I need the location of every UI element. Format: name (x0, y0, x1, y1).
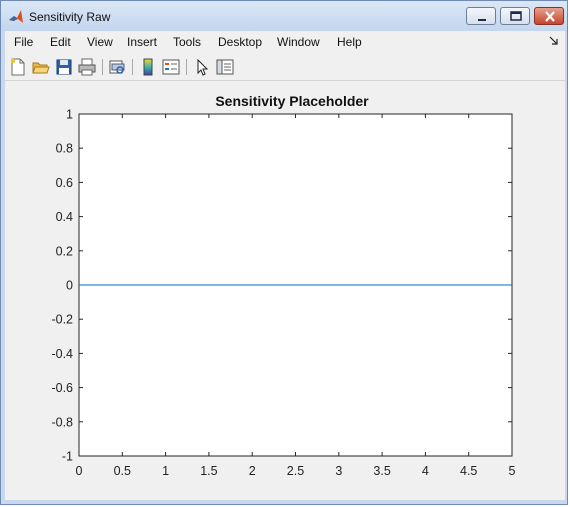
x-tick-label: 1.5 (200, 464, 217, 478)
x-tick-label: 0 (76, 464, 83, 478)
y-tick-label: -0.6 (51, 381, 73, 395)
x-tick-label: 0.5 (114, 464, 131, 478)
x-tick-label: 1 (162, 464, 169, 478)
y-tick-label: 0.8 (56, 142, 73, 156)
y-tick-label: 0.2 (56, 244, 73, 258)
y-tick-label: 0.4 (56, 210, 73, 224)
plot-axes[interactable]: 0 0.5 1 1.5 2 2.5 3 3.5 4 4.5 5 -1 -0.8 -0.6 -0.4 -0.2 0… (0, 0, 570, 507)
y-tick-label: -1 (62, 450, 73, 464)
x-tick-label: 3.5 (373, 464, 390, 478)
y-tick-label: 0 (66, 279, 73, 293)
x-tick-label: 2.5 (287, 464, 304, 478)
y-tick-label: 1 (66, 108, 73, 122)
x-tick-label: 4.5 (460, 464, 477, 478)
y-tick-label: -0.8 (51, 415, 73, 429)
y-tick-label: -0.2 (51, 313, 73, 327)
y-tick-label: 0.6 (56, 176, 73, 190)
y-tick-label: -0.4 (51, 347, 73, 361)
x-tick-label: 2 (249, 464, 256, 478)
x-tick-label: 4 (422, 464, 429, 478)
x-tick-label: 5 (509, 464, 516, 478)
x-tick-label: 3 (335, 464, 342, 478)
